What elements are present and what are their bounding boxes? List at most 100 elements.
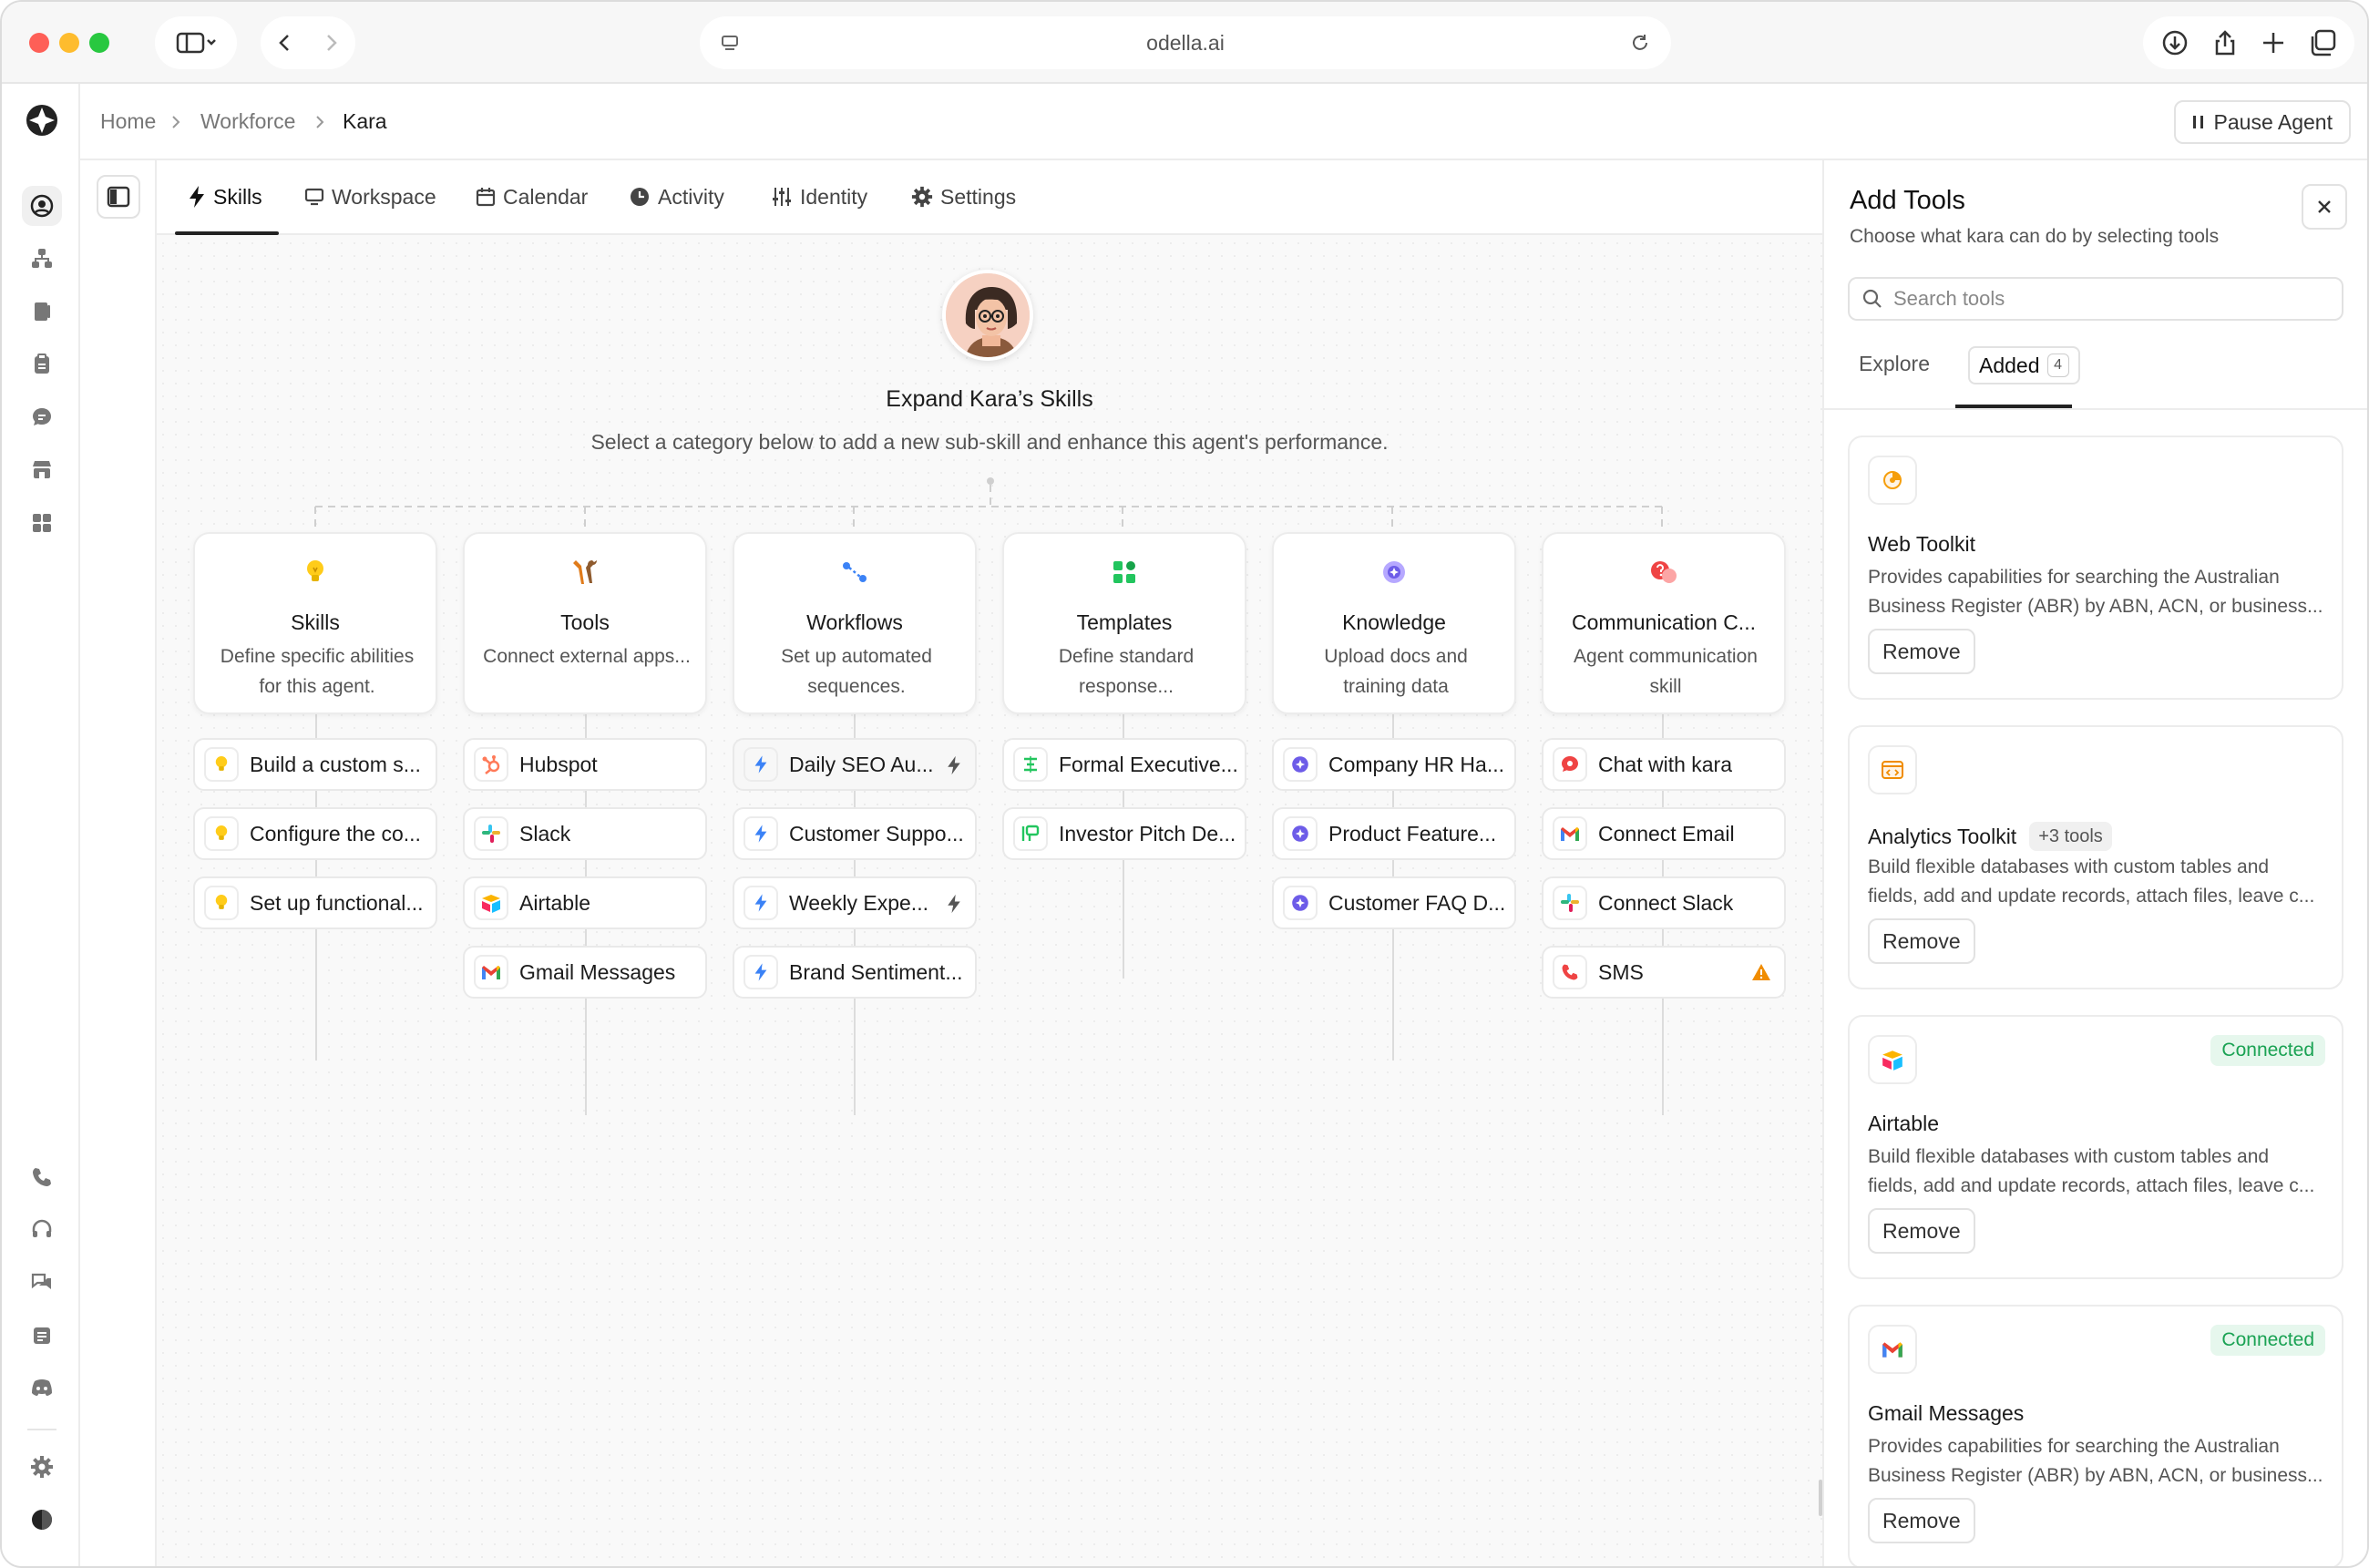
close-window-button[interactable] bbox=[29, 33, 49, 53]
knowledge-item[interactable]: Product Feature... bbox=[1272, 807, 1516, 860]
search-tools-input[interactable]: Search tools bbox=[1848, 277, 2343, 321]
comm-item-sms[interactable]: SMS bbox=[1542, 946, 1786, 999]
tab-activity[interactable]: Activity bbox=[629, 179, 724, 215]
share-icon[interactable] bbox=[2212, 29, 2238, 56]
pause-agent-label: Pause Agent bbox=[2213, 109, 2333, 134]
pause-agent-button[interactable]: Pause Agent bbox=[2173, 100, 2351, 144]
org-chart-icon bbox=[32, 249, 52, 268]
zoom-window-button[interactable] bbox=[89, 33, 109, 53]
item-label: Configure the co... bbox=[250, 821, 421, 845]
comm-item-chat[interactable]: Chat with kara bbox=[1542, 738, 1786, 791]
item-label: Hubspot bbox=[519, 752, 598, 776]
card-description: Define standard response... bbox=[1058, 646, 1195, 697]
item-label: Brand Sentiment... bbox=[789, 959, 963, 984]
tool-item-slack[interactable]: Slack bbox=[463, 807, 707, 860]
rail-support[interactable] bbox=[22, 1210, 62, 1250]
user-circle-icon bbox=[30, 194, 54, 218]
panel-subtitle: Choose what kara can do by selecting too… bbox=[1850, 226, 2220, 247]
tab-workspace[interactable]: Workspace bbox=[304, 179, 436, 215]
text-align-icon bbox=[1024, 756, 1037, 773]
remove-tool-button[interactable]: Remove bbox=[1868, 629, 1975, 674]
hubspot-icon bbox=[482, 755, 500, 774]
slack-icon bbox=[1561, 894, 1579, 912]
tab-settings[interactable]: Settings bbox=[911, 179, 1016, 215]
skill-item[interactable]: Configure the co... bbox=[193, 807, 437, 860]
skill-item[interactable]: Build a custom s... bbox=[193, 738, 437, 791]
gmail-icon bbox=[1561, 827, 1579, 841]
tool-item-hubspot[interactable]: Hubspot bbox=[463, 738, 707, 791]
rail-tasks[interactable] bbox=[22, 344, 62, 384]
workflow-item[interactable]: Customer Suppo... bbox=[733, 807, 977, 860]
panel-tab-added[interactable]: Added 4 bbox=[1968, 346, 2080, 384]
workflow-item[interactable]: Weekly Expe... bbox=[733, 876, 977, 929]
chat-bubble-icon bbox=[33, 408, 51, 425]
rail-discord[interactable] bbox=[22, 1368, 62, 1409]
bolt-icon bbox=[754, 894, 767, 912]
toggle-panel-button[interactable] bbox=[97, 175, 140, 219]
document-icon bbox=[34, 1327, 50, 1344]
rail-messages[interactable] bbox=[22, 1263, 62, 1303]
minimize-window-button[interactable] bbox=[59, 33, 79, 53]
tool-item-airtable[interactable]: Airtable bbox=[463, 876, 707, 929]
extra-tools-badge: +3 tools bbox=[2029, 822, 2112, 851]
knowledge-icon bbox=[1383, 561, 1405, 583]
rail-phone[interactable] bbox=[22, 1157, 62, 1197]
rail-org[interactable] bbox=[22, 239, 62, 279]
tab-calendar[interactable]: Calendar bbox=[476, 179, 588, 215]
download-icon[interactable] bbox=[2161, 29, 2189, 56]
new-tab-icon[interactable] bbox=[2261, 31, 2285, 55]
grid-icon bbox=[33, 514, 51, 532]
history-nav bbox=[261, 16, 355, 69]
rail-chat[interactable] bbox=[22, 397, 62, 437]
breadcrumb-workforce[interactable]: Workforce bbox=[200, 109, 295, 134]
comm-item-email[interactable]: Connect Email bbox=[1542, 807, 1786, 860]
back-arrow-icon[interactable] bbox=[274, 32, 296, 54]
rail-library[interactable] bbox=[22, 292, 62, 332]
workflow-item[interactable]: Brand Sentiment... bbox=[733, 946, 977, 999]
rail-apps[interactable] bbox=[22, 503, 62, 543]
reload-icon[interactable] bbox=[1629, 32, 1651, 54]
url-text: odella.ai bbox=[1146, 30, 1225, 55]
tab-overview-icon[interactable] bbox=[2309, 29, 2336, 56]
item-label: Daily SEO Au... bbox=[789, 752, 934, 776]
tool-description: Build flexible databases with custom tab… bbox=[1868, 1146, 2315, 1196]
rail-agents[interactable] bbox=[22, 186, 62, 226]
connected-badge: Connected bbox=[2210, 1325, 2325, 1356]
search-icon bbox=[1862, 289, 1882, 308]
comm-item-slack[interactable]: Connect Slack bbox=[1542, 876, 1786, 929]
panel-tab-explore[interactable]: Explore bbox=[1859, 352, 1930, 376]
tab-skills[interactable]: Skills bbox=[188, 179, 262, 215]
knowledge-item[interactable]: Company HR Ha... bbox=[1272, 738, 1516, 791]
skill-item[interactable]: Set up functional... bbox=[193, 876, 437, 929]
rail-docs[interactable] bbox=[22, 1316, 62, 1356]
lightbulb-icon bbox=[215, 825, 228, 840]
app-logo[interactable] bbox=[22, 100, 62, 140]
category-card-communication[interactable]: Communication C... Agent communication s… bbox=[1542, 532, 1786, 714]
forward-arrow-icon[interactable] bbox=[320, 32, 342, 54]
category-card-tools[interactable]: Tools Connect external apps... bbox=[463, 532, 707, 714]
knowledge-item[interactable]: Customer FAQ D... bbox=[1272, 876, 1516, 929]
template-item[interactable]: Investor Pitch De... bbox=[1002, 807, 1246, 860]
remove-tool-button[interactable]: Remove bbox=[1868, 918, 1975, 964]
breadcrumb-home[interactable]: Home bbox=[100, 109, 156, 134]
browser-window: odella.ai Home Workforce Kara Pause Agen… bbox=[0, 0, 2369, 1568]
rail-theme[interactable] bbox=[22, 1500, 62, 1540]
rail-settings[interactable] bbox=[22, 1447, 62, 1487]
tab-identity[interactable]: Identity bbox=[771, 179, 867, 215]
page-icon bbox=[722, 36, 738, 50]
sidebar-toggle-button[interactable] bbox=[155, 16, 237, 69]
rail-store[interactable] bbox=[22, 450, 62, 490]
item-label: Company HR Ha... bbox=[1328, 752, 1505, 776]
workflow-item[interactable]: Daily SEO Au... bbox=[733, 738, 977, 791]
tool-item-gmail[interactable]: Gmail Messages bbox=[463, 946, 707, 999]
remove-tool-button[interactable]: Remove bbox=[1868, 1498, 1975, 1543]
category-card-knowledge[interactable]: Knowledge Upload docs and training data bbox=[1272, 532, 1516, 714]
category-card-workflows[interactable]: Workflows Set up automated sequences. bbox=[733, 532, 977, 714]
category-card-skills[interactable]: Skills Define specific abilities for thi… bbox=[193, 532, 437, 714]
address-bar[interactable]: odella.ai bbox=[700, 16, 1671, 69]
close-panel-button[interactable] bbox=[2302, 184, 2347, 230]
remove-tool-button[interactable]: Remove bbox=[1868, 1208, 1975, 1254]
template-item[interactable]: Formal Executive... bbox=[1002, 738, 1246, 791]
category-card-templates[interactable]: Templates Define standard response... bbox=[1002, 532, 1246, 714]
presentation-icon bbox=[1021, 825, 1040, 841]
